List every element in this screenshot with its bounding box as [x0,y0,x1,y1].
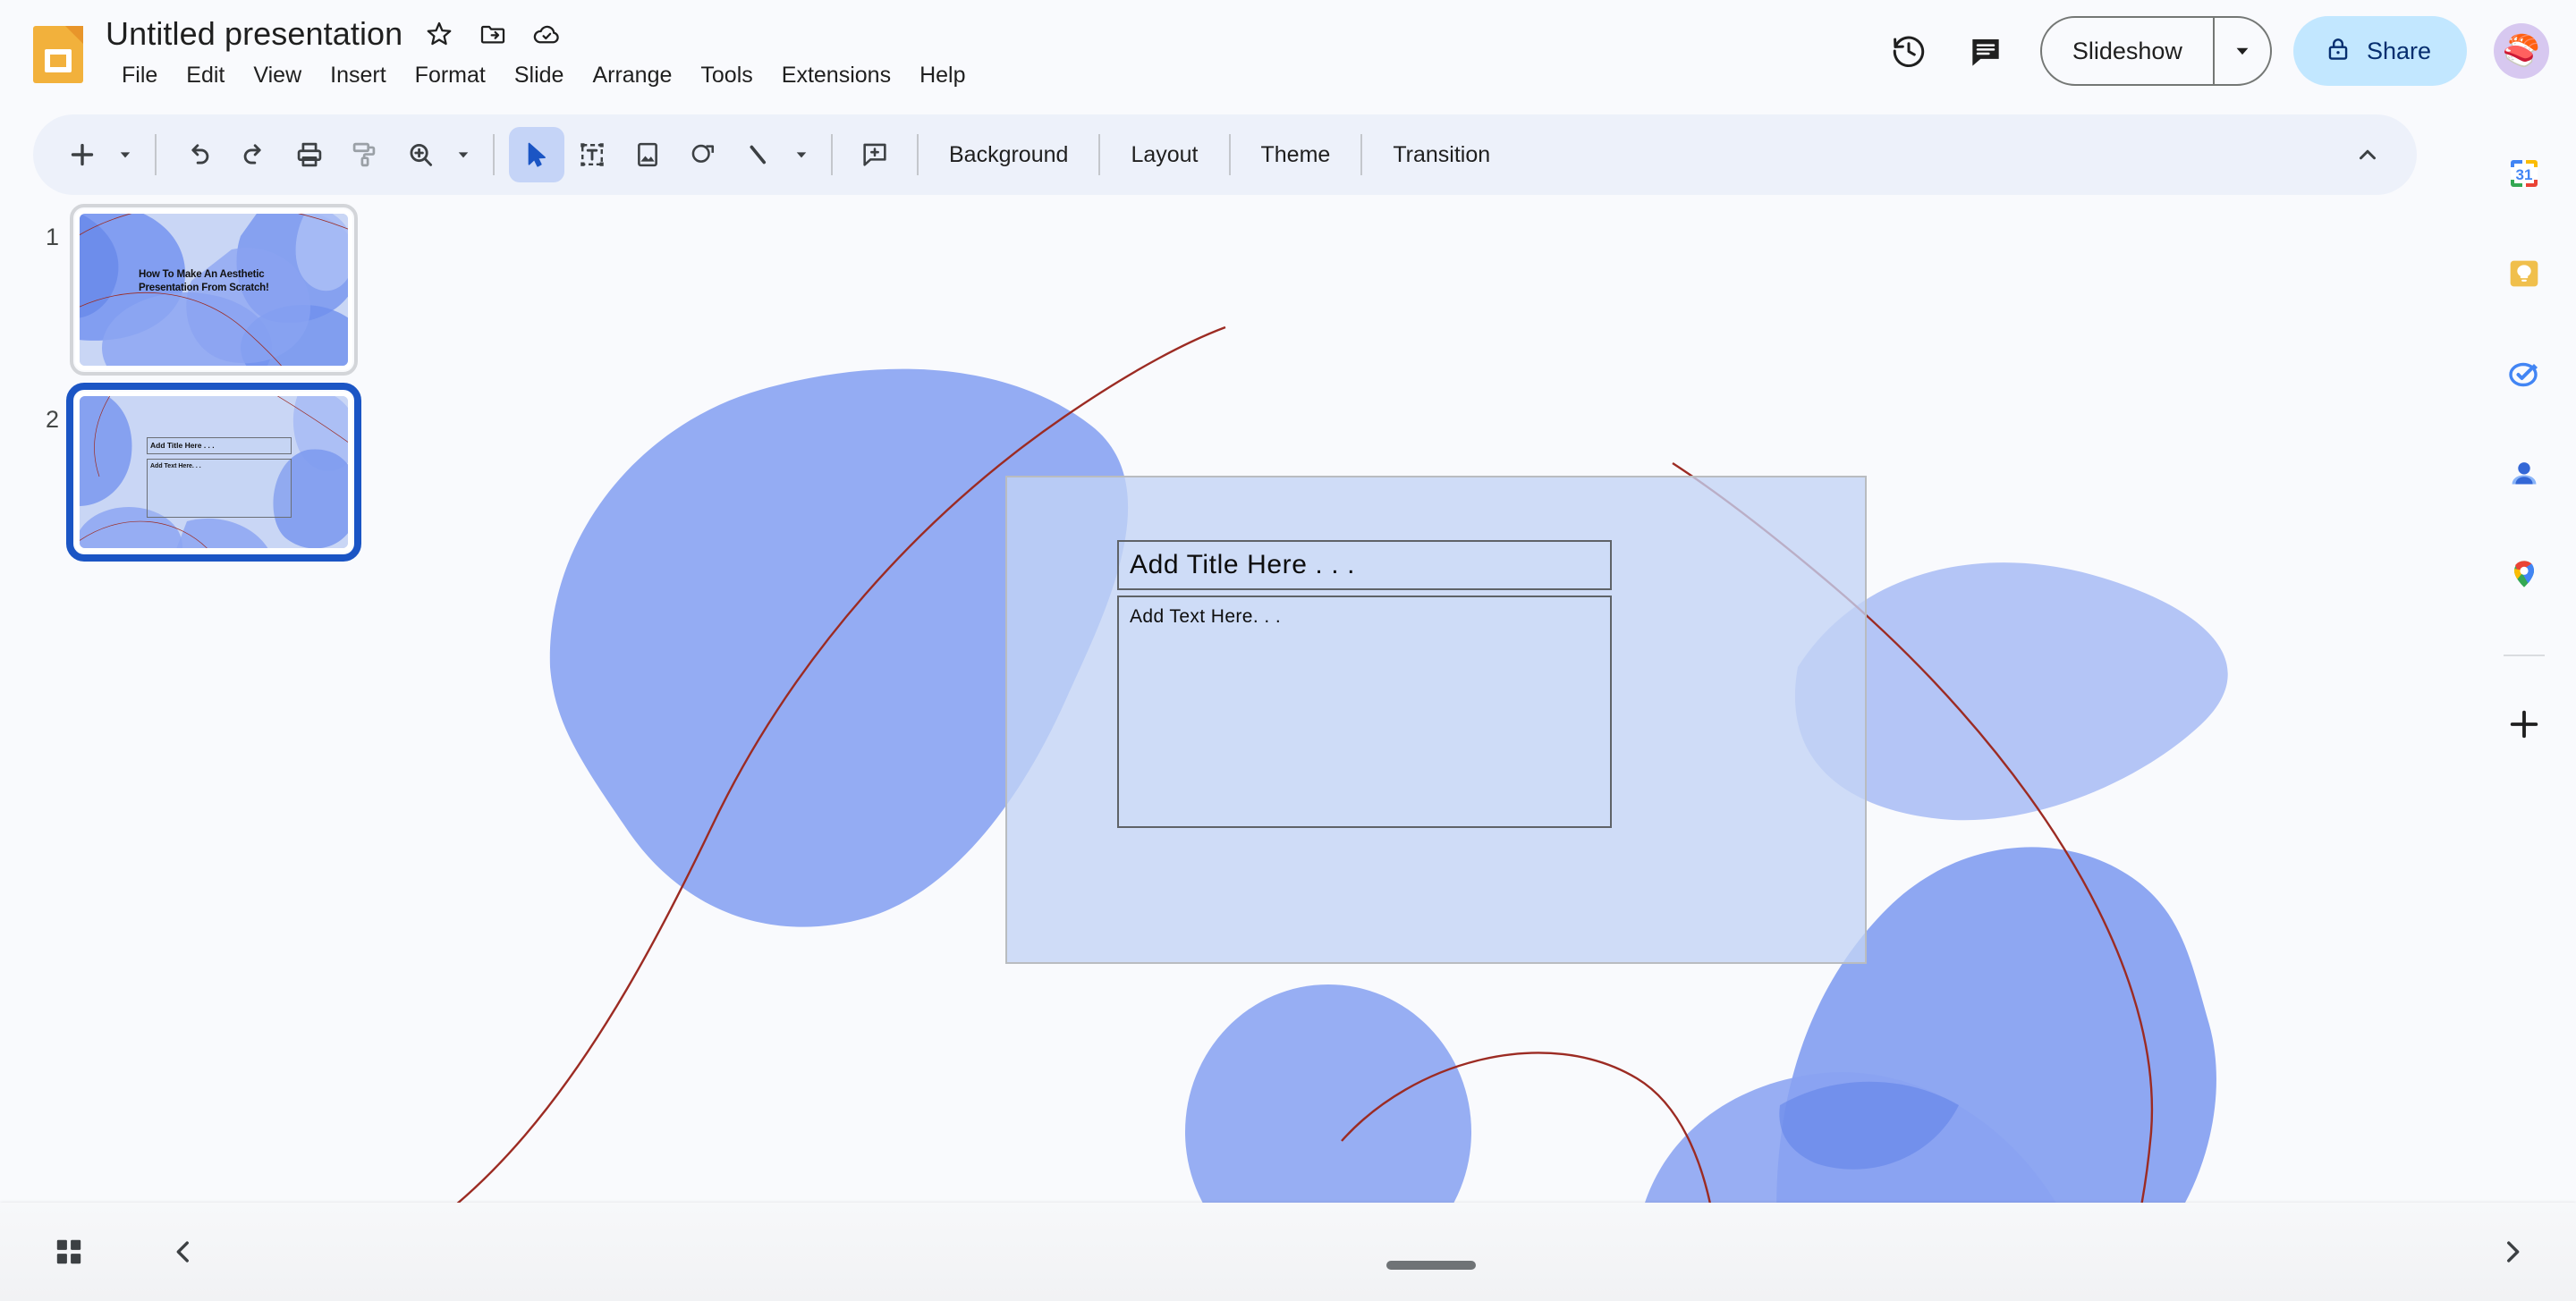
grid-view-icon[interactable] [34,1217,104,1287]
layout-button[interactable]: Layout [1114,133,1214,177]
text-box-button[interactable] [564,127,620,182]
star-icon[interactable] [422,17,456,51]
title-placeholder-box[interactable]: Add Title Here . . . [1117,540,1612,590]
app-header: Untitled presentation File Edit View Ins… [0,0,2576,109]
zoom-button[interactable] [393,127,448,182]
slide-thumbnail-2[interactable]: Add Title Here . . . Add Text Here. . . [66,383,361,562]
paint-format-button[interactable] [337,127,393,182]
comment-history-icon[interactable] [1947,13,2024,89]
toolbar-divider [493,134,495,175]
bottom-status-bar [0,1203,2576,1301]
new-slide-button[interactable] [55,127,110,182]
menu-format[interactable]: Format [401,59,500,92]
slide-1-title-text: How To Make An Aesthetic Presentation Fr… [139,269,269,293]
menu-view[interactable]: View [239,59,316,92]
add-ons-plus-icon[interactable] [2490,690,2558,758]
canvas-scrollbar-handle[interactable] [1386,1261,1476,1270]
menu-insert[interactable]: Insert [316,59,401,92]
slideshow-button[interactable]: Slideshow [2042,18,2213,84]
previous-chevron-left-icon[interactable] [148,1217,218,1287]
google-keep-icon[interactable] [2490,240,2558,308]
new-slide-dropdown-chevron-down-icon[interactable] [110,127,140,182]
insert-image-button[interactable] [620,127,675,182]
svg-text:31: 31 [2516,166,2533,183]
slide-thumbnail-1-content: How To Make An Aesthetic Presentation Fr… [80,214,348,366]
slide-2-title-text: Add Title Here . . . [150,441,215,451]
toolbar-divider [1360,134,1363,175]
document-title[interactable]: Untitled presentation [106,15,402,53]
header-actions: Slideshow Share 🍣 [1870,13,2549,89]
slide-filmstrip[interactable]: 1 How To Make An Aesthetic Presentation … [0,202,385,1204]
menu-extensions[interactable]: Extensions [767,59,905,92]
main-toolbar: Background Layout Theme Transition [33,114,2417,195]
theme-button[interactable]: Theme [1245,133,1347,177]
slide-number-2: 2 [45,406,59,433]
menu-edit[interactable]: Edit [172,59,239,92]
slide-thumbnail-1[interactable]: How To Make An Aesthetic Presentation Fr… [70,204,358,376]
filmstrip-slide-1[interactable]: 1 How To Make An Aesthetic Presentation … [16,204,358,376]
share-button-label: Share [2366,37,2431,64]
google-calendar-icon[interactable]: 31 [2490,139,2558,207]
rail-divider [2504,655,2545,656]
collapse-menus-chevron-up-icon[interactable] [2340,127,2395,182]
move-to-folder-icon[interactable] [476,17,510,51]
avatar-glyph: 🍣 [2502,34,2541,68]
menu-tools[interactable]: Tools [686,59,767,92]
toolbar-divider [1098,134,1101,175]
menu-arrange[interactable]: Arrange [578,59,686,92]
line-dropdown-chevron-down-icon[interactable] [786,127,817,182]
document-title-row: Untitled presentation [106,15,564,53]
slide-thumbnail-2-content: Add Title Here . . . Add Text Here. . . [80,396,348,548]
toolbar-divider [831,134,833,175]
google-tasks-icon[interactable] [2490,340,2558,408]
slide-canvas[interactable]: Add Title Here . . . Add Text Here. . . [385,202,2522,1204]
blob-lower-left [1185,984,1471,1204]
redo-button[interactable] [226,127,282,182]
slideshow-button-group: Slideshow [2039,16,2272,86]
slide-number-1: 1 [45,224,59,250]
toolbar-divider [1228,134,1231,175]
avatar[interactable]: 🍣 [2494,23,2549,79]
zoom-dropdown-chevron-down-icon[interactable] [448,127,479,182]
add-comment-icon[interactable] [847,127,902,182]
share-button[interactable]: Share [2292,16,2467,86]
slideshow-dropdown-chevron-down-icon[interactable] [2215,18,2270,84]
menu-help[interactable]: Help [905,59,979,92]
toolbar-divider [917,134,919,175]
slides-app-window: Untitled presentation File Edit View Ins… [0,0,2576,1301]
version-history-icon[interactable] [1870,13,1947,89]
shape-button[interactable] [675,127,731,182]
transition-button[interactable]: Transition [1377,133,1506,177]
toolbar-divider [155,134,157,175]
menu-slide[interactable]: Slide [500,59,579,92]
slides-logo-icon [33,26,83,83]
google-contacts-icon[interactable] [2490,440,2558,508]
side-panel-rail: 31 [2472,109,2576,1209]
background-button[interactable]: Background [933,133,1084,177]
menu-bar: File Edit View Insert Format Slide Arran… [107,59,980,92]
menu-file[interactable]: File [107,59,172,92]
title-placeholder-text: Add Title Here . . . [1130,550,1356,579]
line-button[interactable] [731,127,786,182]
next-chevron-right-icon[interactable] [2478,1217,2547,1287]
undo-button[interactable] [171,127,226,182]
select-tool-button[interactable] [509,127,564,182]
slide-2-body-placeholder: Add Text Here. . . [147,458,292,518]
slide-2-title-placeholder: Add Title Here . . . [147,436,292,454]
body-placeholder-box[interactable]: Add Text Here. . . [1117,596,1612,828]
body-placeholder-text: Add Text Here. . . [1130,606,1282,627]
slide-2-body-text: Add Text Here. . . [150,462,201,469]
filmstrip-slide-2[interactable]: 2 Add Title Here . . . Add Text Here. . … [16,383,361,562]
cloud-saved-icon[interactable] [530,17,564,51]
print-button[interactable] [282,127,337,182]
lock-icon [2324,35,2352,68]
google-maps-icon[interactable] [2490,540,2558,608]
